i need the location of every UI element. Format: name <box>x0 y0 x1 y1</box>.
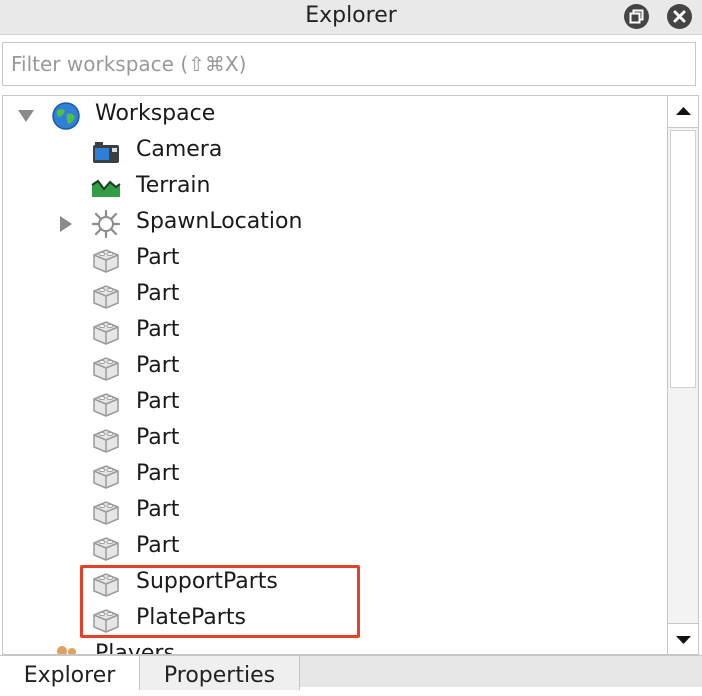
tree-scrollbar[interactable] <box>667 96 698 654</box>
part-brick-icon <box>93 501 119 525</box>
tree-row-part[interactable]: Part <box>3 458 667 494</box>
tree-label: Part <box>136 497 180 522</box>
tab-properties[interactable]: Properties <box>140 656 300 690</box>
tree-row-part[interactable]: Part <box>3 278 667 314</box>
title-bar: Explorer <box>0 0 702 35</box>
tree-row-spawnlocation[interactable]: SpawnLocation <box>3 206 667 242</box>
arrow-up-icon <box>676 107 691 115</box>
tree-label: Workspace <box>95 101 216 126</box>
part-brick-icon <box>93 429 119 453</box>
part-brick-icon <box>93 249 119 273</box>
tree-label: Part <box>136 353 180 378</box>
explorer-tree: Workspace Camera Terrain SpawnLocation P… <box>3 96 667 655</box>
tree-row-players[interactable]: Players <box>3 638 667 655</box>
tree-label: Part <box>136 281 180 306</box>
tree-label: Part <box>136 425 180 450</box>
tree-label: Camera <box>136 137 223 162</box>
tree-row-camera[interactable]: Camera <box>3 134 667 170</box>
scroll-up-button[interactable] <box>668 96 698 128</box>
scroll-down-button[interactable] <box>668 623 698 654</box>
terrain-icon <box>91 179 121 197</box>
part-brick-icon <box>93 321 119 345</box>
part-brick-icon <box>93 609 119 633</box>
tree-row-terrain[interactable]: Terrain <box>3 170 667 206</box>
tree-label: Part <box>136 245 180 270</box>
close-window-button[interactable] <box>667 4 692 29</box>
tree-label: Part <box>136 533 180 558</box>
tree-row-part[interactable]: Part <box>3 350 667 386</box>
part-brick-icon <box>93 393 119 417</box>
arrow-down-icon <box>676 636 691 644</box>
tree-row-part[interactable]: Part <box>3 386 667 422</box>
tree-row-part[interactable]: Part <box>3 314 667 350</box>
expand-arrow-right-icon[interactable] <box>57 215 75 233</box>
globe-icon <box>52 102 80 130</box>
tree-label: Players <box>95 641 175 655</box>
expand-arrow-down-icon[interactable] <box>17 107 35 125</box>
tree-row-supportparts[interactable]: SupportParts <box>3 566 667 602</box>
tree-row-workspace[interactable]: Workspace <box>3 98 667 134</box>
players-icon <box>57 646 76 654</box>
explorer-tree-panel: Workspace Camera Terrain SpawnLocation P… <box>2 95 699 655</box>
spawn-location-icon <box>91 209 121 239</box>
part-brick-icon <box>93 285 119 309</box>
tree-label: SupportParts <box>136 569 278 594</box>
tree-label: Terrain <box>136 173 211 198</box>
restore-window-button[interactable] <box>624 4 649 29</box>
restore-icon <box>629 9 644 24</box>
tree-row-part[interactable]: Part <box>3 530 667 566</box>
tree-label: SpawnLocation <box>136 209 303 234</box>
part-brick-icon <box>93 465 119 489</box>
window-title: Explorer <box>305 3 397 28</box>
scrollbar-thumb[interactable] <box>670 130 696 388</box>
part-brick-icon <box>93 537 119 561</box>
part-brick-icon <box>93 357 119 381</box>
tree-label: Part <box>136 389 180 414</box>
panel-tab-bar: Explorer Properties <box>0 655 702 690</box>
close-icon <box>673 10 686 23</box>
tree-row-plateparts[interactable]: PlateParts <box>3 602 667 638</box>
tree-label: Part <box>136 461 180 486</box>
part-brick-icon <box>93 573 119 597</box>
tree-row-part[interactable]: Part <box>3 494 667 530</box>
camera-icon <box>93 142 119 163</box>
tree-label: PlateParts <box>136 605 246 630</box>
filter-workspace-input[interactable] <box>2 42 696 86</box>
tree-row-part[interactable]: Part <box>3 242 667 278</box>
tree-label: Part <box>136 317 180 342</box>
tab-explorer[interactable]: Explorer <box>0 656 140 690</box>
tree-row-part[interactable]: Part <box>3 422 667 458</box>
